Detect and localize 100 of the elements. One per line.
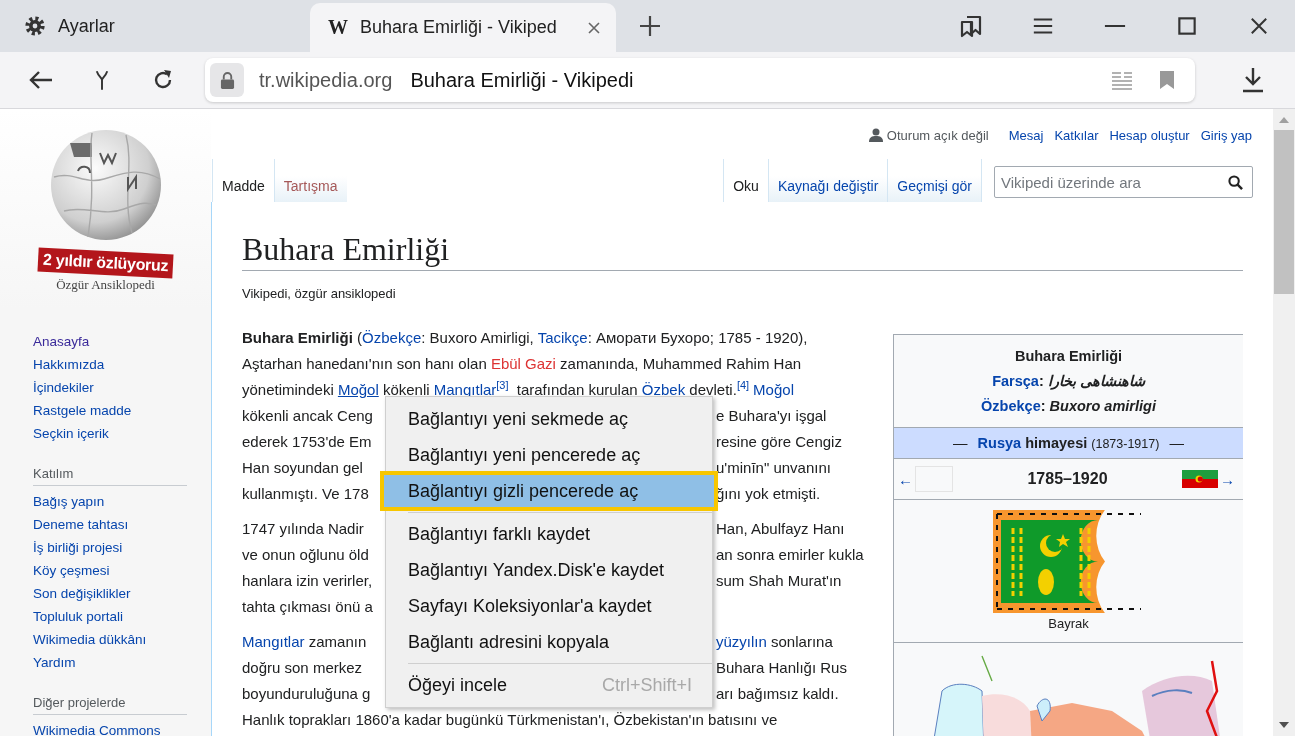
article-text: Han soyundan gel (242, 458, 363, 478)
next-link[interactable]: → (1220, 470, 1235, 488)
article-text: boyunduruluğuna g (242, 684, 371, 704)
user-icon (868, 128, 883, 142)
band-text: Rusya himayesi (1873-1917) (977, 435, 1160, 451)
article-link[interactable]: Moğol (753, 381, 794, 398)
article-text: doğru son merkez (242, 658, 363, 678)
article-text: u'minīn" unvanını (716, 458, 831, 478)
sidebar-heading: Diğer projelerde (33, 692, 187, 715)
language-link[interactable]: Farsça (992, 373, 1039, 389)
menu-item[interactable]: Bağlantıyı gizli pencerede aç (380, 471, 718, 511)
address-bar[interactable]: tr.wikipedia.org Buhara Emirliği - Vikipedi (205, 58, 1195, 102)
dash: — (1169, 435, 1184, 451)
bookmark-icon[interactable] (1159, 70, 1175, 90)
article-text: yüzyılın sonlarına (716, 632, 833, 652)
sidebar-link[interactable]: Rastgele madde (33, 399, 132, 422)
country-link[interactable]: Rusya (977, 435, 1022, 451)
article-link[interactable]: Tacikçe (537, 329, 588, 346)
article-text: an sonra emirler kukla (716, 545, 864, 565)
browser-tab[interactable]: Ayarlar (0, 0, 310, 52)
bookmarks-icon (959, 14, 983, 38)
sidebar-link[interactable]: İş birliği projesi (33, 536, 123, 559)
dash: — (953, 435, 968, 451)
period: 1785–1920 (1026, 470, 1109, 488)
sidebar-heading: Katılım (33, 463, 187, 486)
article-text: sum Shah Murat'ın (716, 571, 842, 591)
article-title: Buhara Emirliği (242, 228, 1243, 271)
article-link[interactable]: Ebül Gazi (490, 355, 556, 372)
sidebar-link[interactable]: İçindekiler (33, 376, 94, 399)
article-link[interactable]: yüzyılın (716, 633, 767, 650)
reference-link[interactable]: [4] (736, 379, 750, 391)
sidebar-link[interactable]: Hakkımızda (33, 353, 105, 376)
personal-link[interactable]: Mesaj (1008, 127, 1044, 143)
search-icon[interactable] (1228, 175, 1243, 190)
article-text: arı bağımsız kaldı. (716, 684, 839, 704)
personal-link[interactable]: Hesap oluştur (1109, 127, 1190, 143)
login-status: Oturum açık değil (886, 127, 989, 143)
image-caption: Bayrak (1048, 616, 1089, 631)
article-link[interactable]: Özbek (641, 381, 686, 398)
article-text: Han, Abulfayz Hanı (716, 519, 845, 539)
sidebar-link[interactable]: Anasayfa (33, 330, 90, 353)
menu-item[interactable]: Sayfayı Koleksiyonlar'a kaydet (386, 588, 712, 624)
reference-link[interactable]: [3] (496, 379, 509, 391)
article-text: Buhara Hanlığı Rus (716, 658, 847, 678)
lock-icon (219, 70, 235, 90)
sidebar-link[interactable]: Son değişiklikler (33, 582, 131, 605)
scrollbar-track[interactable] (1273, 109, 1295, 736)
close-icon (1250, 17, 1268, 35)
menu-item[interactable]: Bağlantıyı farklı kaydet (386, 516, 712, 552)
article-text: resine göre Cengiz (716, 432, 842, 452)
browser-tab[interactable]: W Buhara Emirliği - Vikiped (310, 3, 616, 52)
menu-item[interactable]: Bağlantıyı yeni sekmede aç (386, 401, 712, 437)
article-link[interactable]: Mangıtlar (433, 381, 497, 398)
article-text: tahta çıkması önü a (242, 597, 373, 617)
article-tagline: Vikipedi, özgür ansiklopedi (242, 285, 397, 303)
search-field[interactable]: Vikipedi üzerinde ara (994, 166, 1253, 198)
sidebar-link[interactable]: Wikimedia Commons (33, 719, 161, 736)
sidebar-link[interactable]: Topluluk portali (33, 605, 124, 628)
close-icon[interactable] (586, 19, 602, 36)
article-text: kökenli ancak Ceng (242, 406, 373, 426)
y-fork-icon (94, 69, 109, 91)
lock-button[interactable] (210, 63, 244, 97)
view-tab[interactable]: Kaynağı değiştir (767, 159, 888, 203)
view-tab[interactable]: Geçmişi gör (887, 159, 981, 203)
personal-link[interactable]: Giriş yap (1200, 127, 1252, 143)
article-text: Aştarhan hanedanı'nın son hanı olan Ebül Gazi zamanında, Muhammed Rahim Han (242, 355, 802, 372)
article-link[interactable]: Mangıtlar (242, 633, 305, 650)
logo-tagline: Özgür Ansiklopedi (56, 277, 155, 293)
previous-link[interactable]: ← (898, 470, 913, 488)
sidebar-link[interactable]: Deneme tahtası (33, 513, 129, 536)
article-text: yönetimindeki Moğol kökenli Mangıtlar$^{[3]}$ tarafından kurulan Özbek devleti.$^{[4]}$ Moğol (242, 381, 794, 398)
language-link[interactable]: Özbekçe (981, 398, 1041, 414)
minimize-icon (1104, 24, 1126, 28)
article-text: Buhara Emirliği (Özbekçe: Buxoro Amirligi, Tacikçe: Аморати Бухоро; 1785 - 1920), (242, 329, 808, 346)
personal-link[interactable]: Katkılar (1054, 127, 1099, 143)
page-title: Buhara Emirliği - Vikipedi (410, 68, 634, 92)
scrollbar-thumb[interactable] (1274, 130, 1294, 294)
infobox-title: Buhara Emirliği (1013, 347, 1124, 366)
article-link[interactable]: Moğol (337, 381, 379, 398)
gear-icon (24, 15, 46, 37)
sidebar-link[interactable]: Yardım (33, 651, 76, 674)
sidebar-link[interactable]: Wikimedia dükkânı (33, 628, 147, 651)
menu-item[interactable]: Bağlantı adresini kopyala (386, 624, 712, 660)
menu-item[interactable]: Bağlantıyı Yandex.Disk'e kaydet (386, 552, 712, 588)
article-text: ve onun oğlunu öld (242, 545, 369, 565)
sidebar-link[interactable]: Bağış yapın (33, 490, 105, 513)
article-text: kullanmıştı. Ve 178 (242, 484, 369, 504)
menu-item[interactable]: Bağlantıyı yeni pencerede aç (386, 437, 712, 473)
article-text: Mangıtlar zamanın (242, 632, 367, 652)
article-text: e Buhara'yı işgal (716, 406, 827, 426)
plus-icon (638, 14, 662, 38)
sidebar-link[interactable]: Seçkin içerik (33, 422, 109, 445)
page-tab[interactable]: Tartışma (273, 159, 347, 203)
menu-item[interactable]: Öğeyi incele Ctrl+Shift+I (386, 667, 712, 703)
sidebar-link[interactable]: Köy çeşmesi (33, 559, 110, 582)
anniversary-banner[interactable]: 2 yıldır özlüyoruz (37, 247, 174, 279)
article-text: ederek 1753'de Em (242, 432, 372, 452)
url-host: tr.wikipedia.org (259, 68, 393, 92)
infobox-name: Özbekçe: Buxoro amirligi (980, 397, 1158, 416)
scroll-down-icon[interactable] (1279, 722, 1289, 728)
